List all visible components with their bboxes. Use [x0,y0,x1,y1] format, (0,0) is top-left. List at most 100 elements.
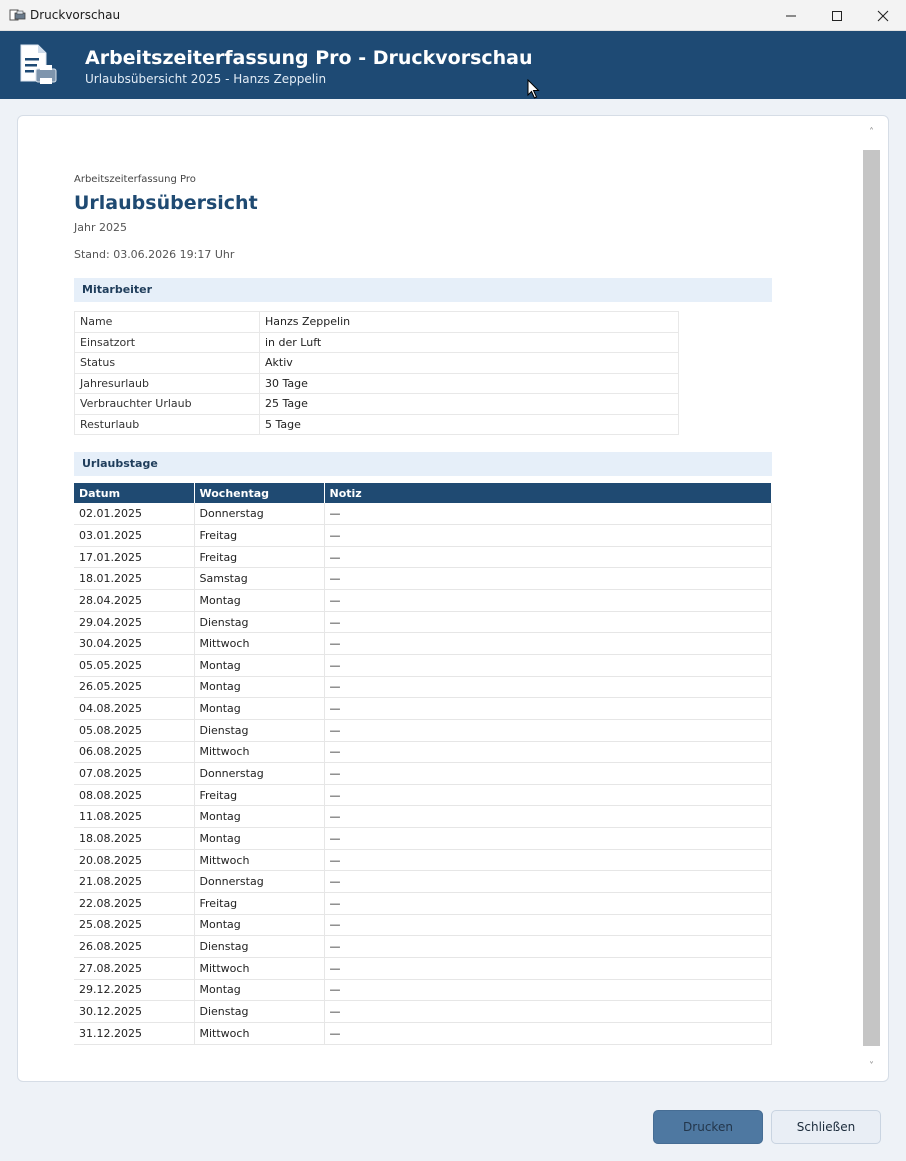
vacation-date: 29.12.2025 [74,979,195,1002]
table-row: 02.01.2025 Donnerstag — [74,503,772,526]
vacation-date: 05.08.2025 [74,719,195,742]
table-row: Name Hanzs Zeppelin [74,311,679,333]
table-row: Resturlaub 5 Tage [74,413,679,435]
table-row: 08.08.2025 Freitag — [74,784,772,807]
vacation-note: — [324,979,772,1002]
employee-field-value: 30 Tage [259,372,679,394]
vacation-weekday: Montag [194,589,325,612]
table-row: 18.01.2025 Samstag — [74,567,772,591]
table-row: 05.08.2025 Dienstag — [74,719,772,742]
vacation-date: 05.05.2025 [74,654,195,677]
table-row: 11.08.2025 Montag — [74,805,772,829]
vacation-note: — [324,524,772,547]
vacation-weekday: Dienstag [194,1000,325,1023]
table-row: 31.12.2025 Mittwoch — [74,1022,772,1045]
table-row: 30.12.2025 Dienstag — [74,1000,772,1023]
vacation-weekday: Montag [194,697,325,720]
vacation-note: — [324,611,772,634]
vacation-date: 06.08.2025 [74,741,195,764]
employee-field-value: in der Luft [259,331,679,353]
table-row: 17.01.2025 Freitag — [74,546,772,569]
employee-field-label: Name [74,311,260,333]
vacation-date: 29.04.2025 [74,611,195,634]
vacation-date: 04.08.2025 [74,697,195,720]
table-row: 30.04.2025 Mittwoch — [74,632,772,655]
table-row: 21.08.2025 Donnerstag — [74,870,772,894]
document-year: Jahr 2025 [74,221,127,234]
vacation-note: — [324,503,772,526]
maximize-button[interactable] [814,0,860,31]
table-row: 28.04.2025 Montag — [74,589,772,612]
vacation-weekday: Dienstag [194,719,325,742]
close-button[interactable]: Schließen [771,1110,881,1144]
table-row: 26.05.2025 Montag — [74,676,772,699]
vacation-note: — [324,827,772,850]
vacation-weekday: Mittwoch [194,957,325,980]
table-row: 05.05.2025 Montag — [74,654,772,677]
chevron-down-icon: ˅ [869,1060,874,1072]
vacation-date: 02.01.2025 [74,503,195,526]
close-window-button[interactable] [860,0,906,31]
employee-field-value: Aktiv [259,352,679,374]
vacation-weekday: Freitag [194,892,325,915]
vacation-note: — [324,957,772,980]
app-header: Arbeitszeiterfassung Pro - Druckvorschau… [0,31,906,99]
header-title: Arbeitszeiterfassung Pro - Druckvorschau [85,47,533,69]
chevron-up-icon: ˄ [869,126,874,138]
vacation-weekday: Donnerstag [194,762,325,785]
vacation-note: — [324,1000,772,1023]
vacation-note: — [324,892,772,915]
table-row: 20.08.2025 Mittwoch — [74,849,772,872]
column-header-note: Notiz [324,483,772,503]
maximize-icon [832,10,842,21]
minimize-icon [786,15,796,16]
table-header-row: Datum Wochentag Notiz [74,483,772,503]
vacation-note: — [324,784,772,807]
vacation-date: 07.08.2025 [74,762,195,785]
scrollbar-thumb[interactable] [863,150,880,1046]
header-subtitle: Urlaubsübersicht 2025 - Hanzs Zeppelin [85,72,327,86]
vacation-weekday: Freitag [194,546,325,569]
vacation-note: — [324,935,772,958]
vacation-date: 28.04.2025 [74,589,195,612]
vacation-weekday: Montag [194,914,325,937]
vacation-date: 17.01.2025 [74,546,195,569]
preview-area[interactable]: Arbeitszeiterfassung Pro Urlaubsübersich… [17,115,889,1082]
vacation-date: 26.05.2025 [74,676,195,699]
vertical-scrollbar[interactable]: ˄ ˅ [863,124,880,1074]
table-row: 04.08.2025 Montag — [74,697,772,720]
document-timestamp: Stand: 03.06.2026 19:17 Uhr [74,248,235,261]
table-row: 29.12.2025 Montag — [74,979,772,1002]
table-row: 07.08.2025 Donnerstag — [74,762,772,785]
minimize-button[interactable] [768,0,814,31]
window-title: Druckvorschau [30,8,121,22]
scroll-down-button[interactable]: ˅ [863,1058,880,1074]
employee-field-value: 25 Tage [259,393,679,415]
table-row: 27.08.2025 Mittwoch — [74,957,772,980]
print-button[interactable]: Drucken [653,1110,763,1144]
table-row: 25.08.2025 Montag — [74,914,772,937]
vacation-note: — [324,805,772,829]
scroll-up-button[interactable]: ˄ [863,124,880,140]
vacation-weekday: Samstag [194,567,325,591]
vacation-note: — [324,546,772,569]
vacation-note: — [324,676,772,699]
vacation-date: 25.08.2025 [74,914,195,937]
vacation-table: Datum Wochentag Notiz 02.01.2025 Donnerst… [74,483,772,1045]
employee-field-value: Hanzs Zeppelin [259,311,679,333]
title-bar: Druckvorschau [0,0,906,31]
employee-section-header: Mitarbeiter [74,278,772,302]
vacation-date: 30.04.2025 [74,632,195,655]
employee-field-label: Verbrauchter Urlaub [74,393,260,415]
vacation-weekday: Montag [194,654,325,677]
vacation-weekday: Montag [194,827,325,850]
vacation-note: — [324,849,772,872]
vacation-table-body: 02.01.2025 Donnerstag —03.01.2025 Freitag —1… [74,503,772,1045]
vacation-date: 26.08.2025 [74,935,195,958]
column-header-weekday: Wochentag [194,483,325,503]
vacation-weekday: Montag [194,979,325,1002]
close-icon [877,10,889,21]
vacation-weekday: Mittwoch [194,632,325,655]
document-printer-icon [20,44,57,84]
vacation-weekday: Dienstag [194,935,325,958]
